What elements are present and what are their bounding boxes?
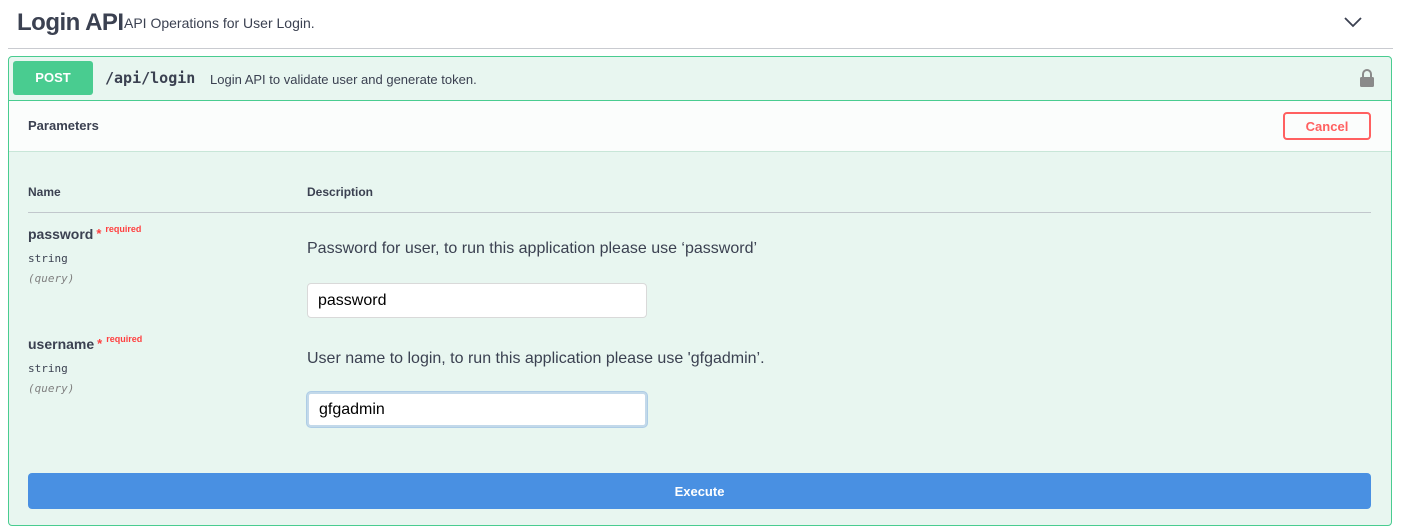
parameter-location: (query) bbox=[28, 382, 75, 395]
required-star: * bbox=[96, 226, 102, 241]
method-badge: POST bbox=[13, 61, 93, 95]
parameter-location: (query) bbox=[28, 272, 75, 285]
tag-description: API Operations for User Login. bbox=[124, 15, 315, 31]
password-input[interactable] bbox=[307, 283, 647, 318]
column-header-description: Description bbox=[307, 185, 374, 199]
required-star: * bbox=[97, 336, 103, 351]
username-input[interactable] bbox=[307, 392, 647, 427]
operation-path: /api/login bbox=[105, 69, 196, 87]
parameter-description: User name to login, to run this applicat… bbox=[307, 350, 765, 367]
parameter-name: username * required bbox=[28, 334, 143, 352]
lock-icon[interactable] bbox=[1359, 68, 1375, 88]
required-label: required bbox=[105, 224, 142, 234]
required-label: required bbox=[106, 334, 143, 344]
cancel-button[interactable]: Cancel bbox=[1283, 112, 1371, 140]
execute-button[interactable]: Execute bbox=[28, 473, 1371, 509]
parameter-description: Password for user, to run this applicati… bbox=[307, 240, 758, 257]
chevron-down-icon[interactable] bbox=[1341, 10, 1365, 34]
operation-summary[interactable]: POST /api/login Login API to validate us… bbox=[9, 57, 1391, 101]
parameter-type: string bbox=[28, 362, 68, 375]
operation-summary-description: Login API to validate user and generate … bbox=[210, 72, 477, 87]
parameters-header: Parameters Cancel bbox=[9, 101, 1391, 152]
parameters-title: Parameters bbox=[28, 118, 99, 133]
tag-title: Login API bbox=[17, 9, 124, 36]
parameter-name: password * required bbox=[28, 224, 142, 242]
parameter-type: string bbox=[28, 252, 68, 265]
column-header-name: Name bbox=[28, 185, 61, 199]
operation-block: POST /api/login Login API to validate us… bbox=[8, 56, 1392, 526]
tag-header[interactable]: Login API API Operations for User Login. bbox=[8, 0, 1393, 49]
table-header-divider bbox=[28, 212, 1371, 213]
